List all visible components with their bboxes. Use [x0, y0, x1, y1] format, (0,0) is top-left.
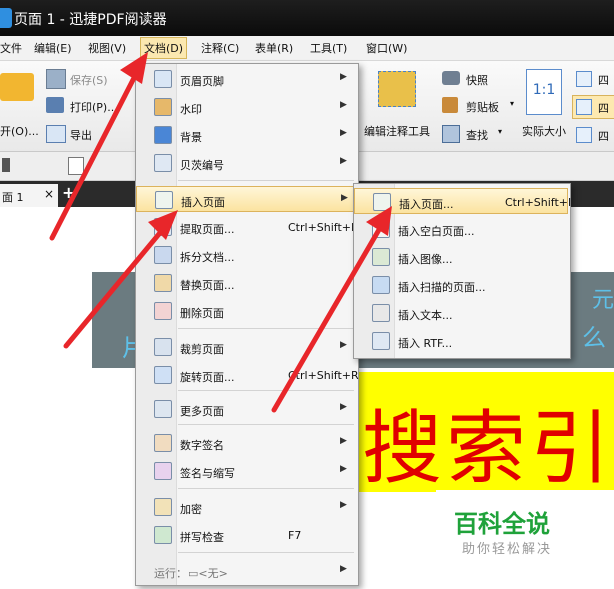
arrow-to-insert-page-item: [271, 225, 383, 413]
annotation-arrows: [49, 52, 392, 413]
arrow-to-insert-page: [63, 225, 167, 349]
arrow-head-insert-page: [148, 210, 178, 240]
arrow-to-document-menu: [49, 71, 139, 241]
